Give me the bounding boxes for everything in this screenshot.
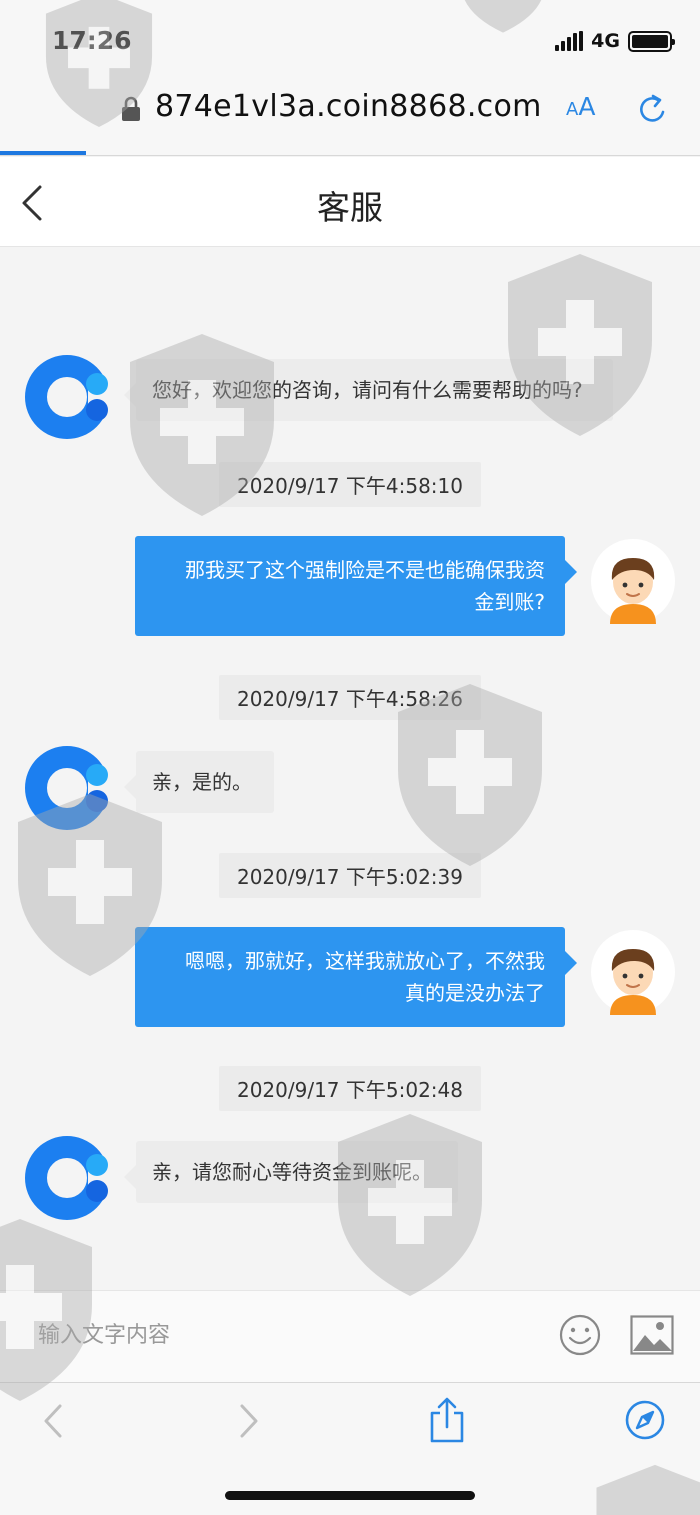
user-avatar xyxy=(591,930,675,1015)
message-text: 您好，欢迎您的咨询，请问有什么需要帮助的吗? xyxy=(152,378,583,402)
share-icon[interactable] xyxy=(428,1397,466,1443)
battery-icon xyxy=(628,30,675,52)
agent-avatar xyxy=(25,355,110,439)
network-type: 4G xyxy=(591,30,620,52)
signal-icon xyxy=(555,31,584,51)
page-title: 客服 xyxy=(317,188,383,227)
message-text: 亲，请您耐心等待资金到账呢。 xyxy=(152,1160,432,1184)
message-composer xyxy=(0,1290,700,1382)
agent-message: 亲，是的。 xyxy=(124,751,274,813)
address-bar[interactable]: 874e1vl3a.coin8868.com AA xyxy=(0,84,700,134)
lock-icon xyxy=(122,96,140,121)
agent-message: 您好，欢迎您的咨询，请问有什么需要帮助的吗? xyxy=(124,359,613,421)
message-timestamp: 2020/9/17 下午4:58:26 xyxy=(0,675,700,720)
browser-top-bar: 17:26 4G 874e1vl3a.coin8868.com AA xyxy=(0,0,700,156)
browser-bottom-bar xyxy=(0,1382,700,1515)
page-load-progress xyxy=(0,151,86,155)
chat-header: 客服 xyxy=(0,157,700,247)
message-timestamp: 2020/9/17 下午5:02:39 xyxy=(0,853,700,898)
agent-message: 亲，请您耐心等待资金到账呢。 xyxy=(124,1141,458,1203)
browser-back-icon[interactable] xyxy=(38,1403,68,1439)
watermark-shield-icon xyxy=(338,1114,482,1296)
url-text[interactable]: 874e1vl3a.coin8868.com xyxy=(155,89,542,124)
agent-avatar xyxy=(25,1136,110,1220)
reload-icon[interactable] xyxy=(636,92,670,126)
browser-forward-icon[interactable] xyxy=(234,1403,264,1439)
user-message: 嗯嗯，那就好，这样我就放心了，不然我 真的是没办法了 xyxy=(135,927,577,1027)
agent-avatar xyxy=(25,746,110,830)
smiley-icon[interactable] xyxy=(558,1313,602,1357)
user-message: 那我买了这个强制险是不是也能确保我资 金到账? xyxy=(135,536,577,636)
message-line: 真的是没办法了 xyxy=(405,981,545,1005)
message-timestamp: 2020/9/17 下午5:02:48 xyxy=(0,1066,700,1111)
image-icon[interactable] xyxy=(630,1315,674,1355)
message-line: 嗯嗯，那就好，这样我就放心了，不然我 xyxy=(185,949,545,973)
message-line: 那我买了这个强制险是不是也能确保我资 xyxy=(185,558,545,582)
message-timestamp: 2020/9/17 下午4:58:10 xyxy=(0,462,700,507)
message-line: 金到账? xyxy=(474,590,545,614)
message-input[interactable] xyxy=(38,1317,518,1353)
status-indicators: 4G xyxy=(555,30,675,52)
compass-icon[interactable] xyxy=(624,1399,666,1441)
home-indicator xyxy=(225,1491,475,1500)
message-text: 亲，是的。 xyxy=(152,770,252,794)
text-size-button[interactable]: AA xyxy=(566,92,595,121)
status-time: 17:26 xyxy=(52,26,132,55)
user-avatar xyxy=(591,539,675,624)
